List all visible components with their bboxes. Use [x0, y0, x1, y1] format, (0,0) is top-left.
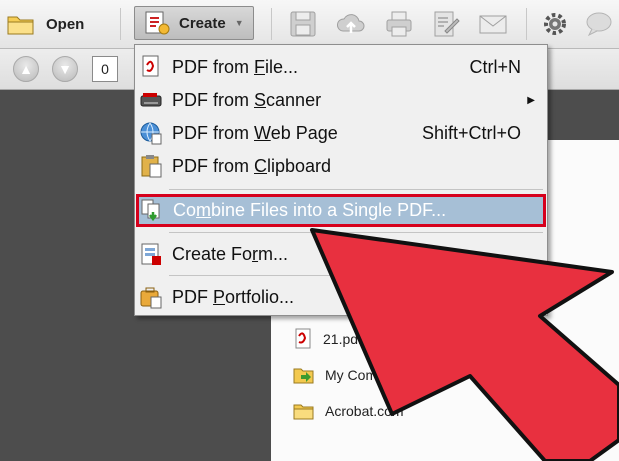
annotation-arrow: [310, 228, 619, 461]
